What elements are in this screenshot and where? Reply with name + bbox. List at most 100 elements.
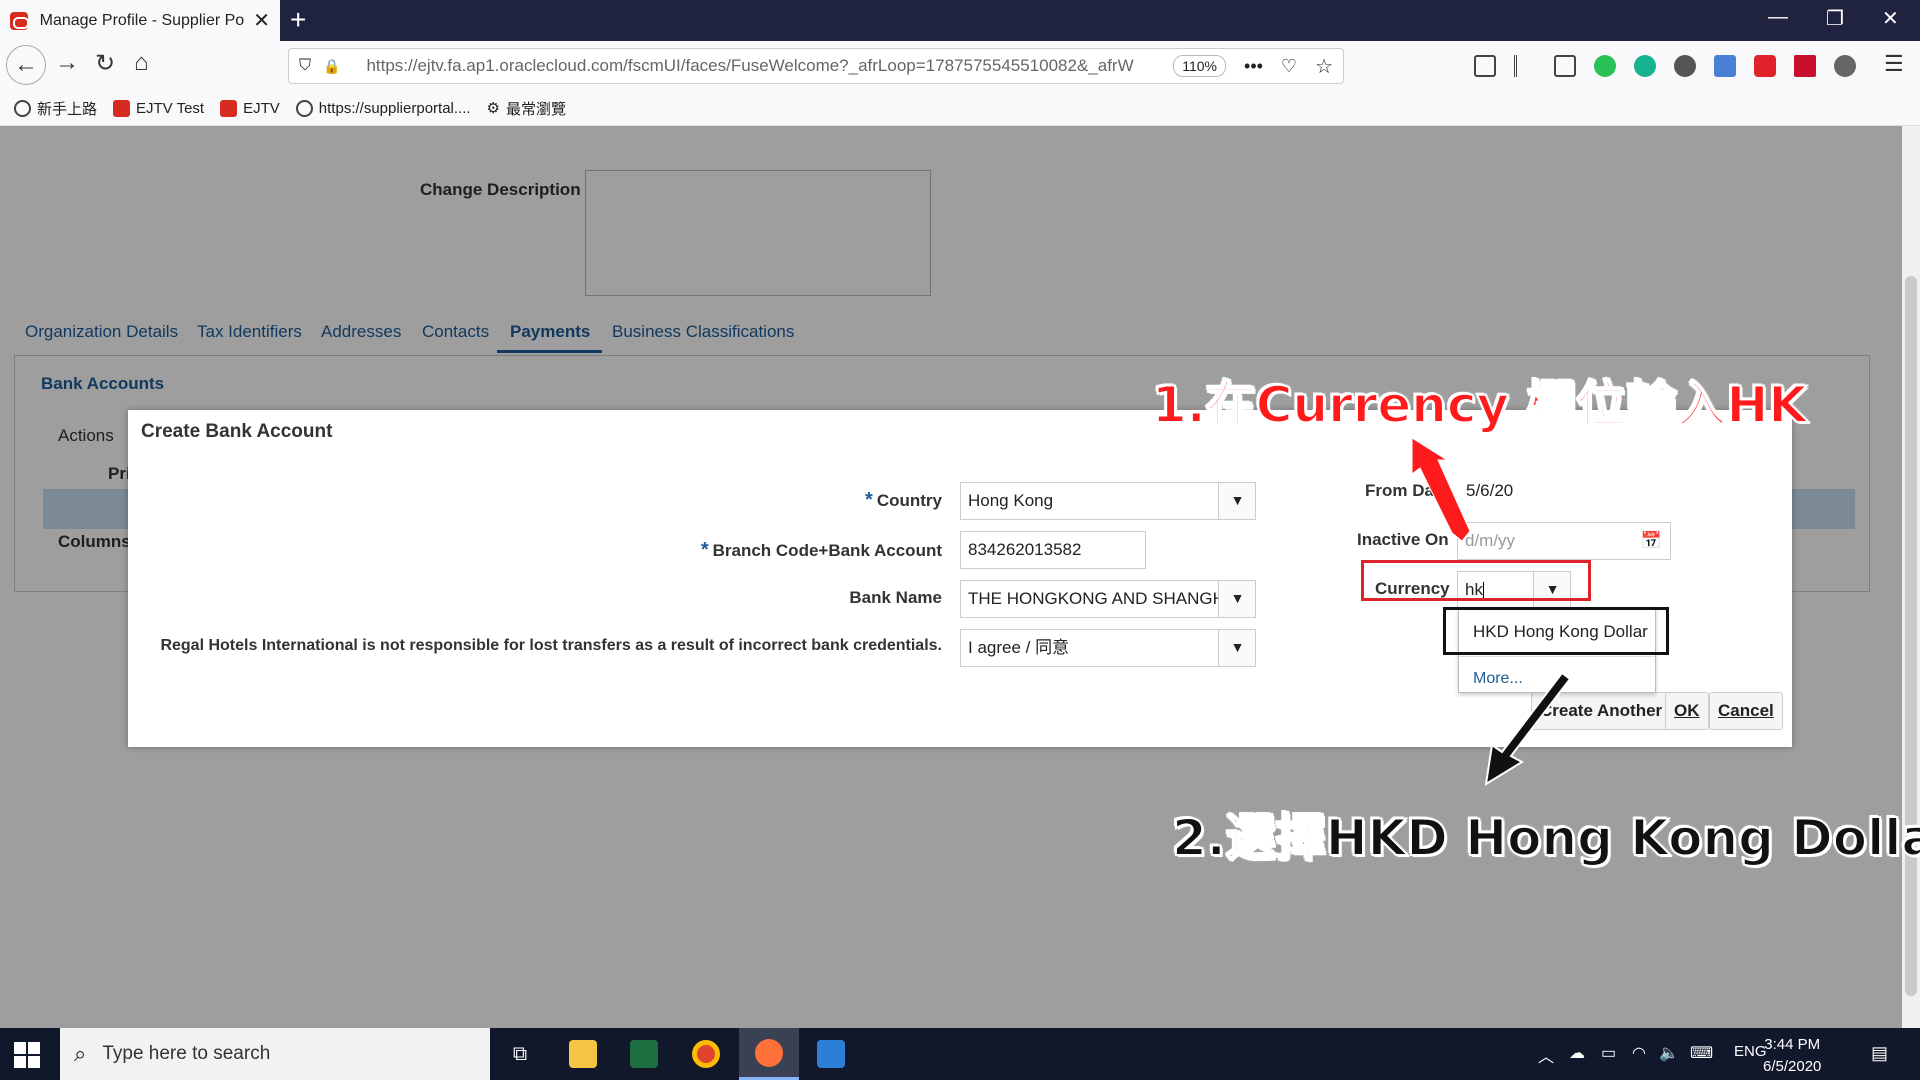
option-highlight-box — [1443, 607, 1669, 655]
file-explorer-icon[interactable] — [553, 1028, 613, 1080]
from-date-label: From Da — [1365, 481, 1434, 500]
bookmark-item[interactable]: ⚙ 最常瀏覽 — [487, 98, 566, 119]
chevron-down-icon[interactable]: ▼ — [1218, 581, 1255, 617]
popup-divider — [1459, 656, 1655, 657]
create-another-button[interactable]: Create Another — [1531, 692, 1672, 730]
account-icon[interactable] — [1674, 55, 1696, 77]
country-value: Hong Kong — [968, 491, 1054, 510]
clock[interactable]: 3:44 PM 6/5/2020 — [1763, 1034, 1821, 1078]
bookmark-item[interactable]: 新手上路 — [14, 98, 97, 119]
wifi-icon[interactable]: ◠ — [1632, 1043, 1646, 1063]
close-tab-icon[interactable]: ✕ — [253, 8, 270, 33]
url-bar[interactable]: ⛉ 🔒 https://ejtv.fa.ap1.oraclecloud.com/… — [288, 48, 1344, 84]
bank-name-label: Bank Name — [849, 588, 942, 607]
photos-icon[interactable] — [801, 1028, 861, 1080]
extension-puzzle-icon[interactable] — [1834, 55, 1856, 77]
browser-navbar: ← → ↻ ⌂ ⛉ 🔒 https://ejtv.fa.ap1.oraclecl… — [0, 41, 1920, 91]
globe-icon — [14, 99, 31, 117]
oracle-icon — [113, 99, 131, 117]
reload-icon[interactable]: ↻ — [95, 49, 115, 78]
inactive-on-placeholder: d/m/yy — [1465, 531, 1516, 550]
extension-pdf-icon[interactable] — [1794, 55, 1816, 77]
bookmark-label: EJTV — [243, 99, 280, 117]
chrome-icon[interactable] — [676, 1028, 736, 1080]
chevron-up-icon[interactable]: ︿ — [1538, 1043, 1554, 1067]
language-indicator[interactable]: ENG — [1734, 1043, 1767, 1060]
search-placeholder: Type here to search — [102, 1043, 271, 1064]
shield-icon[interactable]: ⛉ — [299, 57, 311, 75]
branch-account-input[interactable]: 834262013582 — [960, 531, 1146, 569]
currency-highlight-box — [1361, 560, 1591, 601]
windows-start-icon[interactable] — [14, 1042, 40, 1068]
bookmarks-star-icon[interactable] — [1474, 55, 1496, 77]
dialog-title: Create Bank Account — [141, 421, 333, 442]
browser-tab-active[interactable]: Manage Profile - Supplier Porta ✕ — [0, 0, 280, 41]
inactive-on-label: Inactive On — [1357, 530, 1449, 549]
page-scrollbar[interactable] — [1902, 126, 1920, 1028]
extension-shield-icon[interactable] — [1754, 55, 1776, 77]
extension-check-icon[interactable] — [1594, 55, 1616, 77]
annotation-step1: 1.在Currency 欄位輸入HK — [1151, 375, 1808, 435]
grammarly-icon[interactable] — [1634, 55, 1656, 77]
new-tab-icon[interactable]: + — [290, 4, 306, 36]
pocket-icon[interactable]: ♡ — [1281, 56, 1297, 77]
battery-icon[interactable]: ▭ — [1601, 1043, 1616, 1063]
restore-icon[interactable]: ❐ — [1826, 6, 1844, 31]
required-marker: * — [865, 489, 873, 511]
extension-book-icon[interactable] — [1714, 55, 1736, 77]
minimize-icon[interactable]: — — [1768, 6, 1788, 29]
notification-icon[interactable]: ▤ — [1871, 1043, 1888, 1064]
scrollbar-thumb[interactable] — [1905, 276, 1917, 996]
cancel-label: Cancel — [1718, 701, 1774, 720]
cancel-button[interactable]: Cancel — [1709, 692, 1783, 730]
bookmark-label: EJTV Test — [136, 99, 205, 117]
country-label-text: Country — [876, 491, 942, 510]
country-select[interactable]: Hong Kong ▼ — [960, 482, 1256, 520]
home-icon[interactable]: ⌂ — [134, 49, 149, 77]
bookmark-item[interactable]: EJTV — [220, 99, 280, 117]
gear-icon: ⚙ — [486, 100, 500, 117]
sidebar-icon[interactable] — [1554, 55, 1576, 77]
calendar-icon[interactable]: 📅 — [1641, 523, 1662, 559]
taskbar-search[interactable]: ⌕ Type here to search — [60, 1028, 490, 1080]
disclaimer-label: Regal Hotels International is not respon… — [160, 637, 942, 654]
clock-time: 3:44 PM — [1764, 1036, 1821, 1053]
back-icon[interactable]: ← — [6, 45, 46, 85]
clock-date: 6/5/2020 — [1763, 1058, 1822, 1075]
library-icon[interactable] — [1514, 55, 1536, 77]
disclaimer-select[interactable]: I agree / 同意 ▼ — [960, 629, 1256, 667]
chevron-down-icon[interactable]: ▼ — [1218, 483, 1255, 519]
bookmark-star-icon[interactable]: ☆ — [1315, 54, 1333, 79]
chevron-down-icon[interactable]: ▼ — [1218, 630, 1255, 666]
bank-name-value: THE HONGKONG AND SHANGH — [968, 589, 1225, 608]
menu-icon[interactable]: ☰ — [1884, 51, 1904, 77]
forward-icon[interactable]: → — [55, 49, 79, 77]
country-label: * Country — [865, 489, 942, 512]
bookmark-label: https://supplierportal.... — [318, 99, 471, 117]
oracle-favicon-icon — [10, 11, 29, 30]
from-date-value: 5/6/20 — [1466, 481, 1514, 500]
keyboard-icon[interactable]: ⌨ — [1690, 1043, 1713, 1063]
window-close-icon[interactable]: ✕ — [1882, 6, 1899, 31]
ok-button[interactable]: OK — [1665, 692, 1709, 730]
bookmark-label: 最常瀏覽 — [506, 100, 567, 118]
branch-label: * Branch Code+Bank Account — [701, 539, 942, 562]
required-marker: * — [700, 539, 709, 561]
onedrive-icon[interactable]: ☁ — [1569, 1043, 1585, 1063]
firefox-icon[interactable] — [739, 1028, 799, 1080]
page-actions-icon[interactable]: ••• — [1244, 56, 1263, 77]
excel-icon[interactable] — [614, 1028, 674, 1080]
volume-icon[interactable]: 🔈 — [1659, 1043, 1679, 1063]
inactive-on-input[interactable]: d/m/yy 📅 — [1457, 522, 1671, 560]
bookmarks-bar: 新手上路 EJTV Test EJTV https://supplierport… — [0, 91, 1920, 126]
bookmark-item[interactable]: EJTV Test — [113, 99, 205, 117]
windows-taskbar: ⌕ Type here to search ⧉ ︿ ☁ ▭ ◠ 🔈 ⌨ ENG … — [0, 1028, 1920, 1080]
lock-icon[interactable]: 🔒 — [323, 58, 340, 75]
zoom-level[interactable]: 110% — [1173, 55, 1227, 77]
url-text[interactable]: https://ejtv.fa.ap1.oraclecloud.com/fscm… — [366, 56, 1173, 76]
annotation-step2: 2.選擇HKD Hong Kong Dollar — [1171, 808, 1920, 868]
more-link[interactable]: More... — [1473, 670, 1523, 688]
bank-name-select[interactable]: THE HONGKONG AND SHANGH ▼ — [960, 580, 1256, 618]
bookmark-item[interactable]: https://supplierportal.... — [295, 99, 471, 117]
task-view-icon[interactable]: ⧉ — [490, 1028, 550, 1080]
